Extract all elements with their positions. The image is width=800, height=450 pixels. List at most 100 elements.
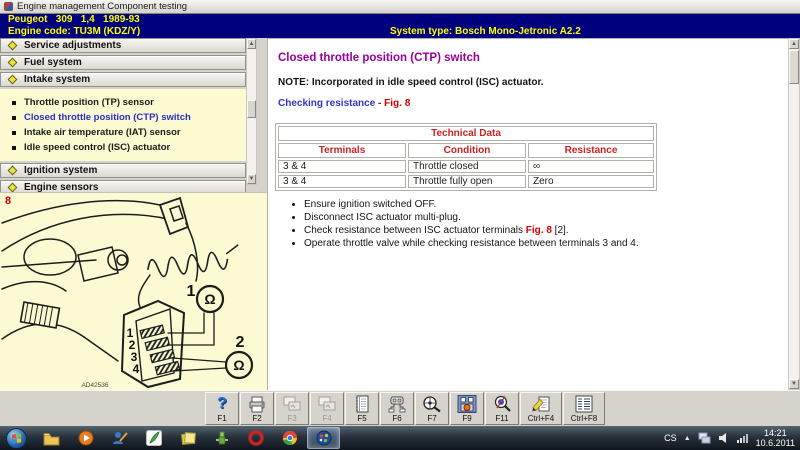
- sidebar-item-ctp-switch[interactable]: Closed throttle position (CTP) switch: [0, 110, 246, 125]
- notebook-icon: [352, 394, 372, 414]
- scrollbar-thumb[interactable]: [789, 50, 799, 84]
- windows-flag-icon: [12, 433, 21, 443]
- sidebar-section-ignition-system[interactable]: Ignition system: [0, 163, 246, 178]
- figure-8-link[interactable]: Fig. 8: [526, 225, 552, 236]
- note-text: NOTE: Incorporated in idle speed control…: [278, 77, 544, 88]
- scroll-down-icon[interactable]: ▼: [247, 174, 256, 184]
- sidebar-item-tp-sensor[interactable]: Throttle position (TP) sensor: [0, 95, 246, 110]
- cell-terminals: 3 & 4: [278, 175, 406, 188]
- taskbar-item-explorer[interactable]: [35, 427, 68, 449]
- taskbar-item-media-player[interactable]: [69, 427, 102, 449]
- component-testing-button[interactable]: F9: [450, 392, 484, 425]
- help-icon: ?: [217, 394, 227, 414]
- key-label: Ctrl+F4: [528, 414, 554, 423]
- pin-label-4: 4: [133, 362, 140, 376]
- usb-device-icon: [214, 430, 230, 446]
- list-item: Disconnect ISC actuator multi-plug.: [304, 212, 639, 223]
- language-indicator[interactable]: CS: [664, 433, 677, 443]
- bullet-square-icon: [12, 116, 16, 120]
- item-label: Intake air temperature (IAT) sensor: [24, 127, 181, 138]
- ohm-symbol-1: Ω: [204, 291, 215, 307]
- diamond-icon: [8, 58, 18, 68]
- window-titlebar: Engine management Component testing: [0, 0, 800, 14]
- sidebar-section-service-adjustments[interactable]: Service adjustments: [0, 38, 246, 53]
- step-text: Check resistance between ISC actuator te…: [304, 225, 526, 236]
- taskbar-item-messenger[interactable]: [103, 427, 136, 449]
- toolbar-buttons: ? F1 F2 F3 F4 F5: [205, 392, 606, 425]
- wiring-diagram-button[interactable]: F6: [380, 392, 414, 425]
- sidebar-item-iat-sensor[interactable]: Intake air temperature (IAT) sensor: [0, 125, 246, 140]
- play-icon: [78, 430, 94, 446]
- separator: -: [375, 98, 384, 109]
- document-pencil-icon: [531, 394, 551, 414]
- throttle-body-diagram: 1 2 3 4 Ω Ω 1 2 AD42536: [0, 193, 267, 391]
- content-panel: Closed throttle position (CTP) switch NO…: [267, 38, 788, 390]
- show-hidden-icons-icon[interactable]: ▲: [684, 435, 691, 442]
- vehicle-engine-code: Engine code: TU3M (KDZ/Y): [8, 26, 140, 37]
- taskbar-item-quill-app[interactable]: [137, 427, 170, 449]
- step-text: Disconnect ISC actuator multi-plug.: [304, 212, 461, 223]
- diamond-icon: [8, 183, 18, 193]
- cell-terminals: 3 & 4: [278, 160, 406, 173]
- sidebar-section-intake-system[interactable]: Intake system: [0, 72, 246, 87]
- figure-number: 8: [5, 195, 11, 207]
- chrome-icon: [282, 430, 298, 446]
- start-button[interactable]: [6, 428, 27, 449]
- compass-pointer-icon: [422, 394, 442, 414]
- ohm-symbol-2: Ω: [233, 357, 244, 373]
- cell-resistance: ∞: [528, 160, 654, 173]
- taskbar-item-chrome[interactable]: [273, 427, 306, 449]
- scrollbar-thumb[interactable]: [247, 100, 256, 118]
- locate-component-button[interactable]: F7: [415, 392, 449, 425]
- wiring-diagram-icon: [387, 394, 407, 414]
- figure-8-link[interactable]: Fig. 8: [384, 98, 410, 109]
- clock-date: 10.6.2011: [756, 438, 795, 448]
- sidebar-scrollbar[interactable]: ▲ ▼: [246, 38, 257, 185]
- technical-data-table: Technical Data Terminals Condition Resis…: [275, 123, 657, 191]
- scroll-up-icon[interactable]: ▲: [247, 39, 256, 49]
- bullet-square-icon: [12, 131, 16, 135]
- item-label: Throttle position (TP) sensor: [24, 97, 154, 108]
- taskbar-item-autodata-active[interactable]: [307, 427, 340, 449]
- section-label: Intake system: [24, 74, 90, 85]
- scroll-up-icon[interactable]: ▲: [789, 39, 799, 49]
- content-scrollbar[interactable]: ▲ ▼: [788, 38, 800, 390]
- diamond-icon: [8, 166, 18, 176]
- action-center-icon[interactable]: [698, 432, 711, 444]
- taskbar-item-usb-tool[interactable]: [205, 427, 238, 449]
- vehicle-header: Peugeot 309 1,4 1989-93 Engine code: TU3…: [0, 14, 800, 38]
- list-item: Operate throttle valve while checking re…: [304, 238, 639, 249]
- search-button[interactable]: F11: [485, 392, 519, 425]
- table-row: 3 & 4 Throttle closed ∞: [278, 160, 654, 173]
- sidebar-section-fuel-system[interactable]: Fuel system: [0, 55, 246, 70]
- step-text: [2].: [552, 225, 569, 236]
- print-button[interactable]: F2: [240, 392, 274, 425]
- clock[interactable]: 14:21 10.6.2011: [756, 428, 795, 448]
- help-button[interactable]: ? F1: [205, 392, 239, 425]
- network-signal-icon[interactable]: [736, 432, 749, 444]
- list-item: Ensure ignition switched OFF.: [304, 199, 639, 210]
- section-label: Fuel system: [24, 57, 82, 68]
- sidebar-item-isc-actuator[interactable]: Idle speed control (ISC) actuator: [0, 140, 246, 155]
- feather-icon: [146, 430, 162, 446]
- sidebar: Service adjustments Fuel system Intake s…: [0, 38, 246, 197]
- images-icon: [317, 394, 337, 414]
- manual-button[interactable]: F5: [345, 392, 379, 425]
- edit-notes-button[interactable]: Ctrl+F4: [520, 392, 562, 425]
- cell-condition: Throttle closed: [408, 160, 526, 173]
- magnifier-icon: [492, 394, 512, 414]
- taskbar: CS ▲ 14:21 10.6.2011: [0, 426, 800, 450]
- scroll-down-icon[interactable]: ▼: [789, 379, 799, 389]
- key-label: F7: [427, 414, 436, 423]
- section-label: Ignition system: [24, 165, 97, 176]
- taskbar-item-sticky-notes[interactable]: [171, 427, 204, 449]
- figure-code: AD42536: [81, 382, 108, 389]
- data-list-button[interactable]: Ctrl+F8: [563, 392, 605, 425]
- vehicle-make-model: Peugeot 309 1,4 1989-93: [8, 14, 140, 25]
- key-label: F2: [252, 414, 261, 423]
- meter-2-label: 2: [236, 334, 245, 351]
- previous-figure-button: F3: [275, 392, 309, 425]
- taskbar-item-opera[interactable]: [239, 427, 272, 449]
- volume-icon[interactable]: [718, 432, 729, 444]
- screen: { "window": { "title": "Engine managemen…: [0, 0, 800, 450]
